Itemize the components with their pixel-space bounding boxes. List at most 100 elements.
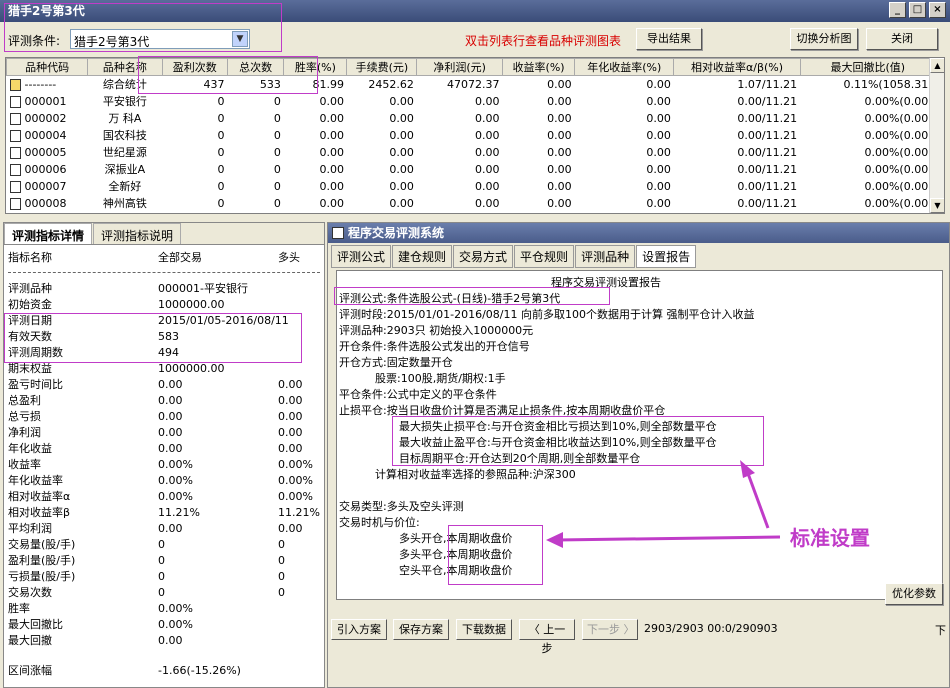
indicator-value: 0.00% xyxy=(158,490,193,503)
tab-setting[interactable]: 设置报告 xyxy=(636,245,697,268)
indicator-name: 收益率 xyxy=(8,458,41,471)
document-icon xyxy=(9,95,21,108)
maximize-button[interactable]: □ xyxy=(909,2,926,18)
table-cell: 0.00 xyxy=(319,196,344,210)
report-line: 评测品种:2903只 初始投入1000000元 xyxy=(339,324,534,337)
optimize-button[interactable]: 优化参数 xyxy=(885,583,943,605)
tab-indicator-details[interactable]: 评测指标详情 xyxy=(4,223,93,244)
tab-setting[interactable]: 评测品种 xyxy=(575,245,636,268)
scroll-down-icon[interactable]: ▼ xyxy=(930,198,944,213)
indicator-name: 区间涨幅 xyxy=(8,664,52,677)
indicator-value: 0.00 xyxy=(158,378,183,391)
tab-setting[interactable]: 评测公式 xyxy=(331,245,392,268)
indicator-name: 净利润 xyxy=(8,426,41,439)
results-grid: 品种代码 品种名称 盈利次数 总次数 胜率(%) 手续费(元) 净利润(元) 收益率(%) 年化… xyxy=(5,57,945,214)
table-cell: 0.00/11.21 xyxy=(737,196,798,210)
tab-indicator-help[interactable]: 评测指标说明 xyxy=(93,223,182,244)
grid-header-cell[interactable]: 盈利次数 xyxy=(161,58,228,76)
indicator-value: 0.00 xyxy=(158,442,183,455)
table-cell: 0.00%(0.00) xyxy=(864,196,933,210)
table-row[interactable]: 000002 万 科A 0 0 0.00 0.00 0.00 0.00 0.00 0.00/11.… xyxy=(7,110,936,127)
table-row[interactable]: 000001 平安银行 0 0 0.00 0.00 0.00 0.00 0.00 0.00/11.… xyxy=(7,93,936,110)
table-cell: 0 xyxy=(217,145,225,159)
indicator-tabs: 评测指标详情 评测指标说明 xyxy=(4,223,324,245)
grid-header-cell[interactable]: 相对收益率α/β(%) xyxy=(673,58,801,76)
indicator-value: 494 xyxy=(158,346,179,359)
table-cell: 0 xyxy=(273,179,281,193)
table-cell: 81.99 xyxy=(312,77,344,91)
document-icon xyxy=(9,180,21,193)
table-cell: 0.00 xyxy=(389,128,414,142)
table-cell: 0.00 xyxy=(319,145,344,159)
grid-header-cell[interactable]: 手续费(元) xyxy=(346,58,418,76)
minimize-button[interactable]: _ xyxy=(889,2,906,18)
table-row[interactable]: 000007 全新好 0 0 0.00 0.00 0.00 0.00 0.00 0.00/11.2… xyxy=(7,178,936,195)
tab-setting[interactable]: 建仓规则 xyxy=(392,245,453,268)
report-line: 交易类型:多头及空头评测 xyxy=(339,500,464,513)
table-cell: 0.00 xyxy=(646,145,671,159)
grid-scrollbar[interactable]: ▲ ▼ xyxy=(929,58,944,213)
scroll-up-icon[interactable]: ▲ xyxy=(930,58,944,73)
table-cell: 0 xyxy=(217,128,225,142)
table-cell: 平安银行 xyxy=(102,95,147,108)
stock-code: 000002 xyxy=(24,111,67,125)
annotation-label: 标准设置 xyxy=(790,526,870,550)
report-line: 开仓方式:固定数量开仓 xyxy=(339,356,453,369)
indicator-value: 0.00% xyxy=(278,474,313,487)
indicator-value: 2015/01/05-2016/08/11 xyxy=(158,314,289,327)
close-window-button[interactable]: × xyxy=(929,2,946,18)
table-cell: 000005 xyxy=(7,144,88,161)
tab-setting[interactable]: 平仓规则 xyxy=(514,245,575,268)
table-cell: 0.00 xyxy=(547,128,572,142)
table-row[interactable]: 000008 神州高铁 0 0 0.00 0.00 0.00 0.00 0.00 0.00/11.… xyxy=(7,195,936,212)
grid-header-cell[interactable]: 最大回撤比(值) xyxy=(799,58,937,76)
tab-setting[interactable]: 交易方式 xyxy=(453,245,514,268)
condition-select[interactable]: 猎手2号第3代 ▼ xyxy=(70,29,250,49)
table-cell: 000002 xyxy=(7,110,88,127)
table-row[interactable]: 000004 国农科技 0 0 0.00 0.00 0.00 0.00 0.00 0.00/11.… xyxy=(7,127,936,144)
indicator-value: 0.00 xyxy=(278,426,303,439)
import-plan-button[interactable]: 引入方案 xyxy=(331,619,387,640)
table-cell: 0.00 xyxy=(646,94,671,108)
stock-code: 000001 xyxy=(24,94,67,108)
table-cell: 0.00 xyxy=(475,179,500,193)
report-line: 最大损失止损平仓:与开仓资金相比亏损达到10%,则全部数量平仓 xyxy=(399,420,717,433)
grid-header-cell[interactable]: 胜率(%) xyxy=(283,58,348,76)
table-row[interactable]: -------- 综合统计 437 533 81.99 2452.62 47072.37 0.… xyxy=(7,76,936,93)
table-cell: 万 科A xyxy=(108,112,142,125)
stock-code: 000004 xyxy=(24,128,67,142)
switch-chart-button[interactable]: 切换分析图 xyxy=(790,28,858,50)
table-row[interactable]: 000005 世纪星源 0 0 0.00 0.00 0.00 0.00 0.00 0.00/11.… xyxy=(7,144,936,161)
download-data-button[interactable]: 下载数据 xyxy=(456,619,512,640)
table-cell: 533 xyxy=(259,77,281,91)
grid-header-cell[interactable]: 品种名称 xyxy=(87,58,163,76)
save-plan-button[interactable]: 保存方案 xyxy=(393,619,449,640)
table-cell: 0.00 xyxy=(646,128,671,142)
indicator-value: 0.00 xyxy=(278,378,303,391)
indicator-value: 0.00 xyxy=(278,522,303,535)
grid-header-cell[interactable]: 总次数 xyxy=(226,58,285,76)
prev-step-button[interactable]: 〈 上一步 xyxy=(519,619,575,655)
next-step-button[interactable]: 下一步 〉 xyxy=(582,619,638,640)
indicator-name: 初始资金 xyxy=(8,298,52,311)
indicator-list: 指标名称 全部交易 多头 评测品种 000001-平安银行 初始资金 1000000.00 评… xyxy=(4,245,324,685)
grid-header-cell[interactable]: 收益率(%) xyxy=(502,58,576,76)
condition-label: 评测条件: xyxy=(8,34,61,48)
indicator-name: 胜率 xyxy=(8,602,30,615)
close-button[interactable]: 关闭 xyxy=(866,28,938,50)
report-line: 止损平仓:按当日收盘价计算是否满足止损条件,按本周期收盘价平仓 xyxy=(339,404,666,417)
grid-header-cell[interactable]: 品种代码 xyxy=(6,58,89,76)
grid-header-cell[interactable]: 净利润(元) xyxy=(416,58,504,76)
table-row[interactable]: 000006 深振业A 0 0 0.00 0.00 0.00 0.00 0.00 0.00/11.… xyxy=(7,161,936,178)
indicator-name: 亏损量(股/手) xyxy=(8,570,76,583)
table-cell: 0.00 xyxy=(547,94,572,108)
chevron-down-icon[interactable]: ▼ xyxy=(232,31,248,47)
table-cell: 0.00 xyxy=(319,162,344,176)
table-cell: 0.00 xyxy=(475,196,500,210)
table-cell: 0.00 xyxy=(475,94,500,108)
grid-header-cell[interactable]: 年化收益率(%) xyxy=(574,58,675,76)
table-cell: 0.00 xyxy=(547,145,572,159)
export-button[interactable]: 导出结果 xyxy=(636,28,702,50)
report-line: 开仓条件:条件选股公式发出的开仓信号 xyxy=(339,340,530,353)
indicator-value: 1000000.00 xyxy=(158,362,225,375)
